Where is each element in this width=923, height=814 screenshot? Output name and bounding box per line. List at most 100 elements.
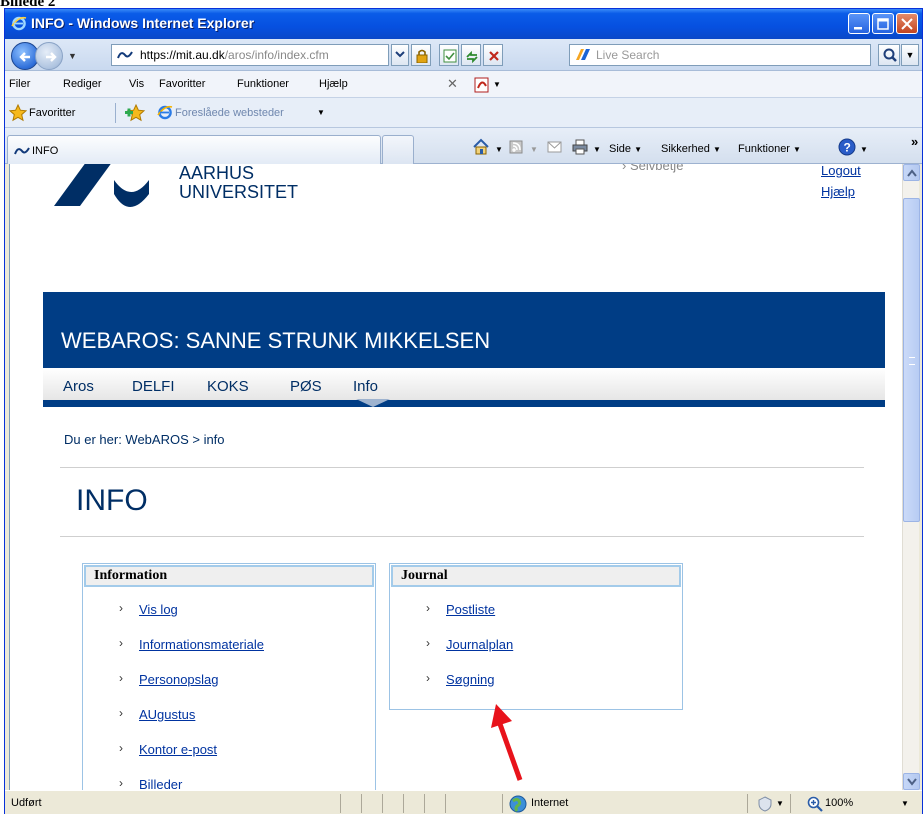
page-menu[interactable]: Side ▼ — [609, 143, 642, 155]
scroll-up-button[interactable] — [903, 164, 920, 181]
vertical-scrollbar[interactable] — [902, 164, 920, 790]
security-menu[interactable]: Sikkerhed ▼ — [661, 143, 721, 155]
protected-mode-icon[interactable] — [757, 796, 773, 812]
address-path: /aros/info/index.cfm — [224, 48, 329, 62]
zoom-level[interactable]: 100% — [825, 797, 853, 809]
security-zone: Internet — [531, 797, 569, 809]
status-text: Udført — [11, 797, 42, 809]
favorites-separator — [115, 103, 116, 123]
menu-edit[interactable]: Rediger — [63, 78, 102, 90]
divider — [60, 467, 864, 468]
help-dropdown-icon[interactable]: ▼ — [860, 145, 868, 154]
refresh-button[interactable] — [461, 44, 481, 66]
suggested-sites-dropdown-icon[interactable]: ▼ — [317, 108, 325, 117]
nav-pos[interactable]: PØS — [290, 378, 322, 395]
feeds-icon[interactable] — [509, 140, 523, 154]
tools-menu-label: Funktioner — [738, 143, 790, 155]
print-icon[interactable] — [571, 138, 589, 156]
compatibility-view-button[interactable] — [439, 44, 459, 66]
feeds-dropdown-icon[interactable]: ▼ — [530, 145, 538, 154]
suggested-sites-icon — [157, 105, 173, 120]
link-personopslag[interactable]: Personopslag — [139, 672, 219, 687]
chevron-right-icon: › — [426, 636, 430, 650]
scroll-thumb[interactable] — [903, 198, 920, 522]
mail-icon[interactable] — [547, 140, 563, 154]
link-kontor-e-post[interactable]: Kontor e-post — [139, 742, 217, 757]
pdf-toolbar-icon[interactable] — [473, 76, 491, 94]
pdf-dropdown-icon[interactable]: ▼ — [493, 80, 501, 89]
close-button[interactable] — [896, 13, 918, 34]
logout-link[interactable]: Logout — [821, 164, 861, 178]
tab-bar: INFO ▼ ▼ ▼ Side ▼ Sikkerhed ▼ Funktioner… — [5, 128, 922, 164]
maximize-icon — [877, 18, 889, 30]
chevron-right-icon: › — [119, 601, 123, 615]
link-postliste[interactable]: Postliste — [446, 602, 495, 617]
link-sogning[interactable]: Søgning — [446, 672, 494, 687]
menu-view[interactable]: Vis — [129, 78, 144, 90]
tools-menu[interactable]: Funktioner ▼ — [738, 143, 801, 155]
banner-title: WEBAROS: SANNE STRUNK MIKKELSEN — [61, 328, 491, 353]
status-divider — [361, 794, 362, 813]
page-menu-label: Side — [609, 143, 632, 155]
suggested-sites-link[interactable]: Foreslåede websteder — [175, 107, 284, 119]
search-input[interactable]: Live Search — [569, 44, 871, 66]
minimize-button[interactable] — [848, 13, 870, 34]
link-augustus[interactable]: AUgustus — [139, 707, 195, 722]
menu-favorites[interactable]: Favoritter — [159, 78, 205, 90]
security-lock-button[interactable] — [411, 44, 431, 66]
title-bar[interactable]: INFO - Windows Internet Explorer — [5, 9, 922, 39]
link-vis-log[interactable]: Vis log — [139, 602, 178, 617]
help-link[interactable]: Hjælp — [821, 184, 855, 199]
status-divider — [502, 794, 503, 813]
divider — [60, 536, 864, 537]
maximize-button[interactable] — [872, 13, 894, 34]
self-service-link[interactable]: › Selvbetje — [622, 164, 683, 173]
chevron-right-icon: › — [426, 671, 430, 685]
compatibility-view-icon — [443, 49, 457, 63]
tab-info[interactable]: INFO — [7, 135, 381, 164]
search-options-button[interactable]: ▼ — [901, 44, 919, 66]
address-input[interactable]: https://mit.au.dk/aros/info/index.cfm — [111, 44, 389, 66]
favorites-star-icon — [9, 104, 27, 122]
zoom-icon[interactable] — [807, 796, 823, 812]
link-billeder[interactable]: Billeder — [139, 777, 182, 790]
chevron-right-icon: › — [119, 741, 123, 755]
close-toolbar-icon[interactable]: ✕ — [447, 76, 458, 92]
tab-label: INFO — [32, 145, 59, 157]
scroll-down-button[interactable] — [903, 773, 920, 790]
search-button[interactable] — [878, 44, 900, 66]
toolbar-overflow-button[interactable]: » — [911, 134, 918, 149]
nav-koks[interactable]: KOKS — [207, 378, 249, 395]
print-dropdown-icon[interactable]: ▼ — [593, 145, 601, 154]
chevron-down-icon — [395, 51, 405, 58]
journal-box: Journal › Postliste › Journalplan › Søgning — [389, 563, 683, 710]
address-dropdown-button[interactable] — [391, 44, 409, 66]
favorites-button[interactable]: Favoritter — [29, 107, 75, 119]
home-icon[interactable] — [472, 138, 490, 156]
forward-arrow-icon — [46, 52, 57, 62]
new-tab-button[interactable] — [382, 135, 414, 164]
status-divider — [424, 794, 425, 813]
add-to-favorites-icon[interactable] — [125, 104, 149, 122]
menu-file[interactable]: Filer — [9, 78, 30, 90]
nav-info[interactable]: Info — [353, 378, 378, 395]
forward-button[interactable] — [35, 42, 63, 70]
history-dropdown-icon[interactable]: ▼ — [68, 51, 77, 61]
home-dropdown-icon[interactable]: ▼ — [495, 145, 503, 154]
minimize-icon — [854, 27, 862, 30]
status-bar: Udført Internet ▼ 100% ▼ — [5, 790, 922, 814]
protected-mode-dropdown-icon[interactable]: ▼ — [776, 799, 784, 808]
link-informationsmateriale[interactable]: Informationsmateriale — [139, 637, 264, 652]
active-nav-marker-icon — [356, 399, 390, 407]
zoom-dropdown-icon[interactable]: ▼ — [901, 799, 909, 808]
help-icon[interactable]: ? — [838, 138, 856, 156]
nav-aros[interactable]: Aros — [63, 378, 94, 395]
stop-button[interactable] — [483, 44, 503, 66]
information-box-title: Information — [84, 565, 374, 587]
link-journalplan[interactable]: Journalplan — [446, 637, 513, 652]
menu-tools[interactable]: Funktioner — [237, 78, 289, 90]
nav-delfi[interactable]: DELFI — [132, 378, 175, 395]
menu-bar: Filer Rediger Vis Favoritter Funktioner … — [5, 71, 922, 98]
red-annotation-arrow-icon — [491, 704, 523, 781]
menu-help[interactable]: Hjælp — [319, 78, 348, 90]
